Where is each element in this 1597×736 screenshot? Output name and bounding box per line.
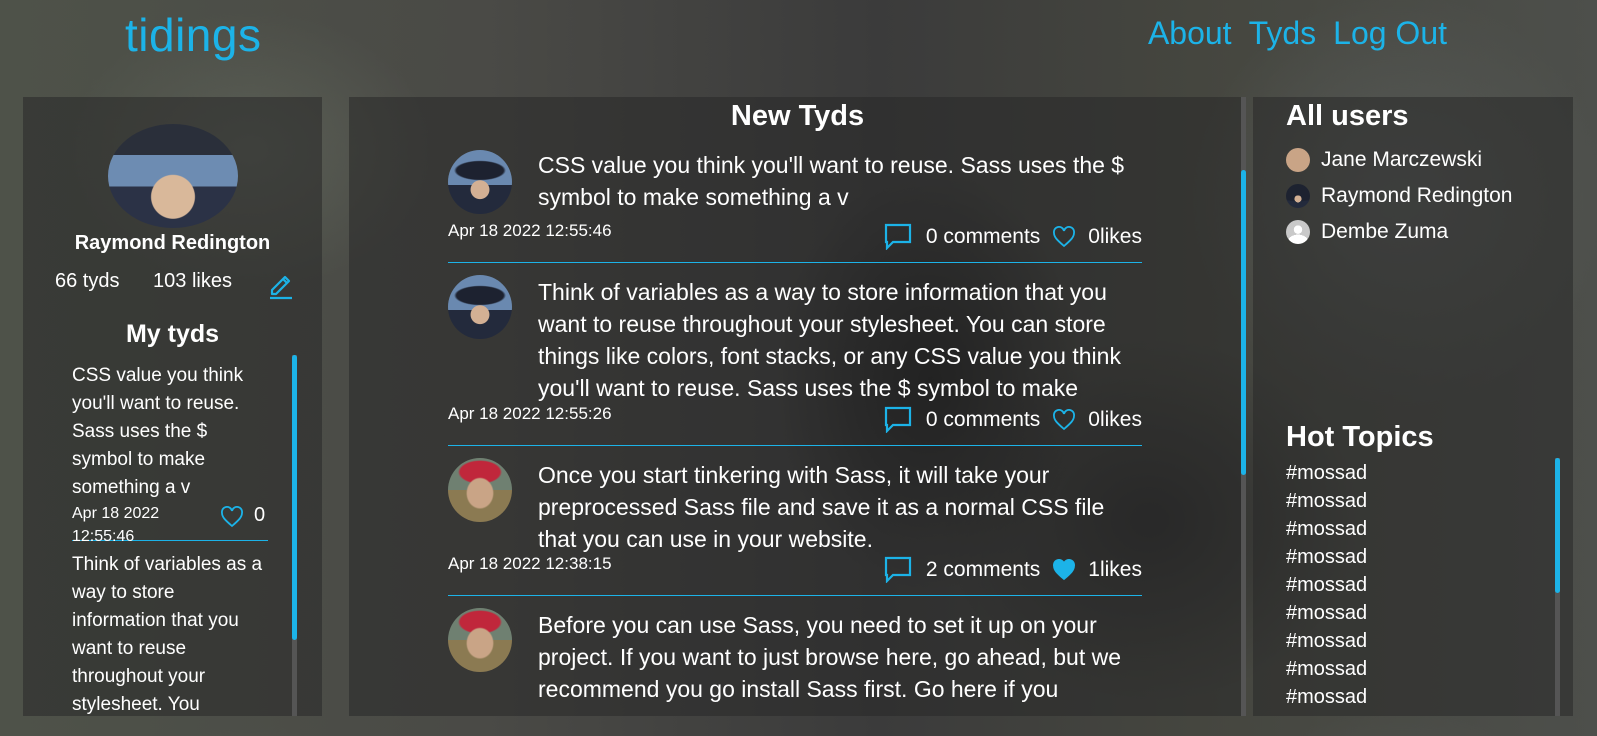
- heart-icon[interactable]: [1052, 225, 1076, 248]
- profile-avatar: [108, 124, 238, 228]
- users-list: Jane Marczewski Raymond Redington Dembe …: [1286, 142, 1512, 250]
- nav-logout-link[interactable]: Log Out: [1333, 15, 1447, 52]
- my-tyd-text: CSS value you think you'll want to reuse…: [72, 365, 244, 498]
- brand-logo[interactable]: tidings: [125, 8, 261, 62]
- post-actions: 2 comments 1likes: [884, 556, 1142, 583]
- feed-title: New Tyds: [730, 100, 865, 132]
- my-tyds-scrollbar-thumb[interactable]: [292, 355, 297, 640]
- all-users-title: All users: [1286, 100, 1409, 132]
- heart-icon[interactable]: [220, 506, 244, 528]
- user-avatar: [1286, 148, 1310, 172]
- my-tyd-likes: 0: [254, 504, 266, 526]
- feed-post[interactable]: Think of variables as a way to store inf…: [448, 263, 1142, 446]
- nav-links: About Tyds Log Out: [1148, 15, 1447, 52]
- topic-item[interactable]: #mossad: [1286, 543, 1367, 571]
- nav-about-link[interactable]: About: [1148, 15, 1232, 52]
- post-date: Apr 18 2022 12:55:46: [448, 221, 612, 240]
- likes-count: 103 likes: [153, 270, 232, 292]
- post-text: Think of variables as a way to store inf…: [538, 279, 1121, 401]
- hot-topics-title: Hot Topics: [1286, 421, 1434, 453]
- post-avatar[interactable]: [448, 275, 512, 339]
- my-tyd-item[interactable]: CSS value you think you'll want to reuse…: [72, 362, 268, 545]
- post-date: Apr 18 2022 12:38:15: [448, 554, 612, 573]
- profile-stats: 66 tyds 103 likes: [55, 270, 260, 293]
- topic-item[interactable]: #mossad: [1286, 487, 1367, 515]
- my-tyds-list: CSS value you think you'll want to reuse…: [72, 362, 268, 719]
- post-avatar[interactable]: [448, 458, 512, 522]
- user-item[interactable]: Jane Marczewski: [1286, 142, 1512, 178]
- topic-item[interactable]: #mossad: [1286, 655, 1367, 683]
- user-name: Dembe Zuma: [1321, 220, 1449, 243]
- post-avatar[interactable]: [448, 608, 512, 672]
- comments-count[interactable]: 0 comments: [926, 225, 1040, 249]
- post-actions: 0 comments 0likes: [884, 406, 1142, 433]
- post-actions: 0 comments 0likes: [884, 223, 1142, 250]
- post-date: Apr 18 2022 12:55:26: [448, 404, 612, 423]
- post-text: CSS value you think you'll want to reuse…: [538, 152, 1125, 210]
- topic-item[interactable]: #mossad: [1286, 515, 1367, 543]
- user-avatar: [1286, 184, 1310, 208]
- post-text: Before you can use Sass, you need to set…: [538, 612, 1122, 702]
- nav-tyds-link[interactable]: Tyds: [1249, 15, 1317, 52]
- profile-name: Raymond Redington: [74, 232, 271, 254]
- my-tyd-text: Think of variables as a way to store inf…: [72, 554, 263, 715]
- comment-icon[interactable]: [884, 406, 912, 433]
- heart-filled-icon[interactable]: [1052, 558, 1076, 581]
- user-item[interactable]: Raymond Redington: [1286, 178, 1512, 214]
- post-avatar[interactable]: [448, 150, 512, 214]
- user-item[interactable]: Dembe Zuma: [1286, 214, 1512, 250]
- heart-icon[interactable]: [1052, 408, 1076, 431]
- user-name: Jane Marczewski: [1321, 148, 1483, 171]
- topics-scrollbar-thumb[interactable]: [1555, 458, 1560, 593]
- comment-icon[interactable]: [884, 556, 912, 583]
- likes-count: 0likes: [1088, 407, 1142, 431]
- topic-item[interactable]: #mossad: [1286, 459, 1367, 487]
- feed-post[interactable]: Once you start tinkering with Sass, it w…: [448, 446, 1142, 596]
- my-tyd-meta: Apr 18 2022 12:55:46 0: [72, 502, 268, 545]
- topics-list: #mossad #mossad #mossad #mossad #mossad …: [1286, 459, 1367, 711]
- my-tyd-item[interactable]: Think of variables as a way to store inf…: [72, 551, 268, 719]
- feed-list: CSS value you think you'll want to reuse…: [448, 145, 1142, 736]
- tyds-count: 66 tyds: [55, 270, 120, 292]
- topic-item[interactable]: #mossad: [1286, 599, 1367, 627]
- edit-icon[interactable]: [268, 270, 294, 300]
- topic-item[interactable]: #mossad: [1286, 627, 1367, 655]
- comments-count[interactable]: 2 comments: [926, 558, 1040, 582]
- feed-scrollbar-thumb[interactable]: [1241, 170, 1246, 475]
- comments-count[interactable]: 0 comments: [926, 408, 1040, 432]
- post-text: Once you start tinkering with Sass, it w…: [538, 462, 1105, 552]
- my-tyd-date: Apr 18 2022 12:55:46: [72, 505, 160, 545]
- likes-count: 1likes: [1088, 557, 1142, 581]
- feed-post[interactable]: Before you can use Sass, you need to set…: [448, 596, 1142, 736]
- likes-count: 0likes: [1088, 224, 1142, 248]
- topic-item[interactable]: #mossad: [1286, 571, 1367, 599]
- feed-post[interactable]: CSS value you think you'll want to reuse…: [448, 145, 1142, 263]
- topic-item[interactable]: #mossad: [1286, 683, 1367, 711]
- user-avatar: [1286, 220, 1310, 244]
- top-nav: tidings About Tyds Log Out: [0, 0, 1597, 70]
- user-name: Raymond Redington: [1321, 184, 1513, 207]
- comment-icon[interactable]: [884, 223, 912, 250]
- my-tyds-title: My tyds: [125, 320, 220, 348]
